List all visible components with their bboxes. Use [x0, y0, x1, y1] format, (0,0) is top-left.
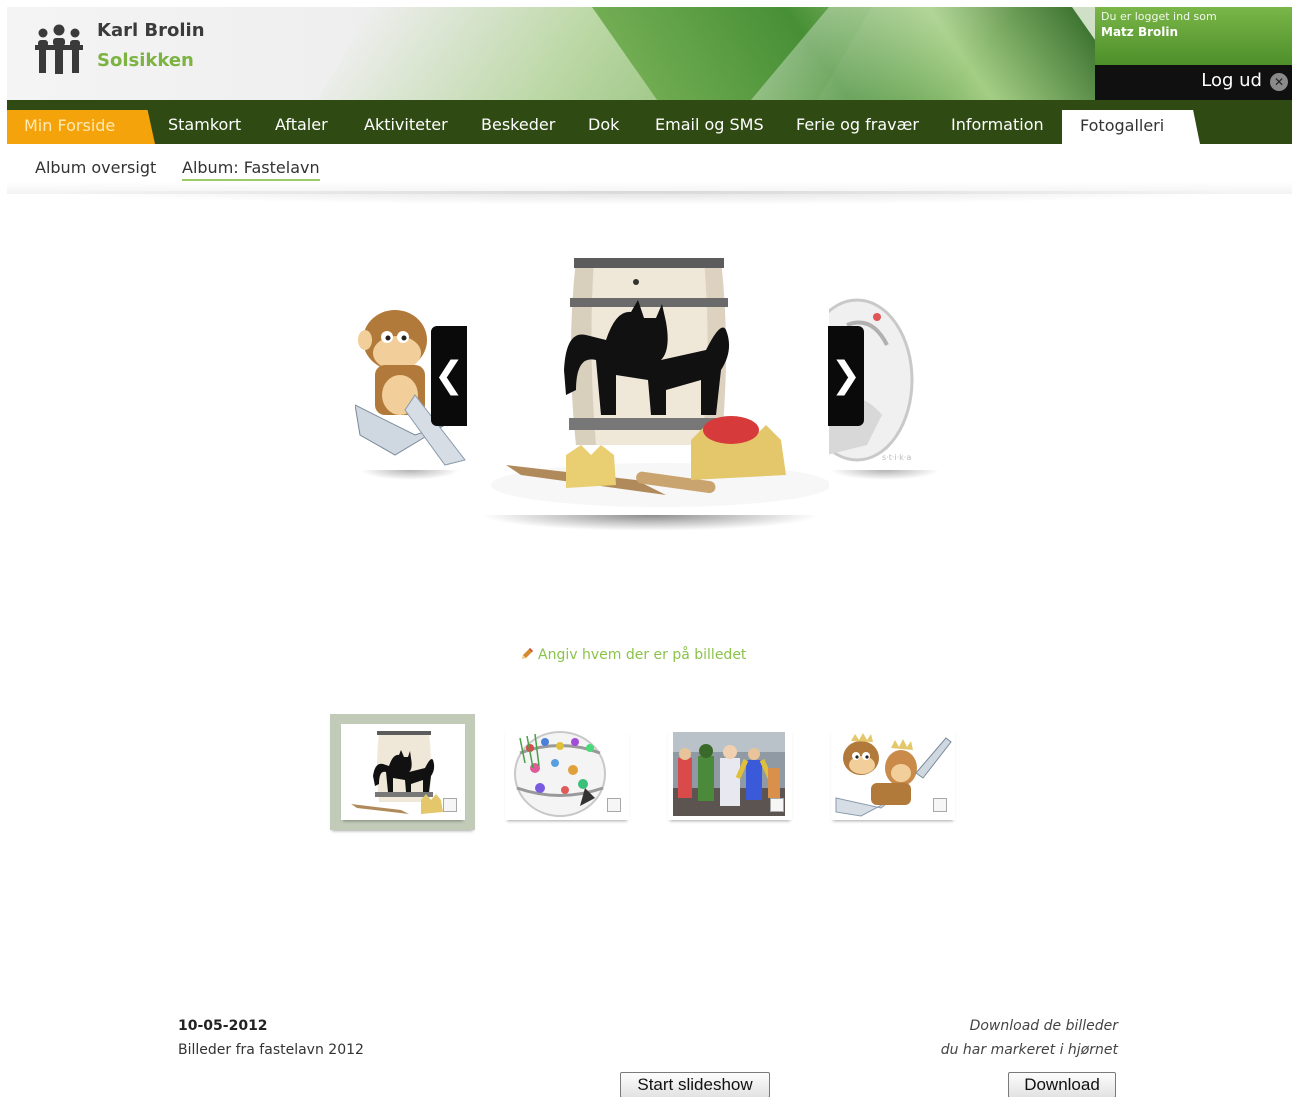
- nav-item-stamkort[interactable]: Stamkort: [168, 100, 241, 144]
- subnav-album-oversigt[interactable]: Album oversigt: [35, 158, 156, 177]
- select-checkbox[interactable]: [443, 798, 457, 812]
- main-nav: Min Forside Stamkort Aftaler Aktiviteter…: [7, 100, 1292, 144]
- album-description: Billeder fra fastelavn 2012: [178, 1042, 364, 1058]
- login-label: Du er logget ind som: [1101, 10, 1217, 23]
- carousel-next-button[interactable]: ❯: [828, 326, 864, 426]
- thumbnail-costumes[interactable]: [668, 728, 792, 820]
- nav-item-fotogalleri[interactable]: Fotogalleri: [1062, 110, 1200, 144]
- download-note-line2: du har markeret i hjørnet: [940, 1042, 1118, 1058]
- subnav-album-fastelavn[interactable]: Album: Fastelavn: [182, 158, 320, 181]
- close-icon[interactable]: ✕: [1270, 73, 1288, 91]
- logout-bar: Log ud ✕: [1095, 65, 1292, 100]
- nav-item-ferie-og-fravaer[interactable]: Ferie og fravær: [796, 100, 919, 144]
- nav-item-aktiviteter[interactable]: Aktiviteter: [364, 100, 448, 144]
- thumbnail-barrel[interactable]: [341, 724, 465, 820]
- family-logo-icon: [35, 24, 83, 74]
- nav-item-email-og-sms[interactable]: Email og SMS: [655, 100, 764, 144]
- sub-nav-shadow: [40, 191, 1250, 205]
- login-box: Du er logget ind som Matz Brolin Log ud …: [1095, 7, 1292, 100]
- download-note-line1: Download de billeder: [969, 1018, 1118, 1034]
- download-button[interactable]: Download: [1008, 1072, 1116, 1097]
- select-checkbox[interactable]: [933, 798, 947, 812]
- select-checkbox[interactable]: [770, 798, 784, 812]
- nav-item-min-forside[interactable]: Min Forside: [7, 110, 155, 144]
- carousel-prev-button[interactable]: ❮: [431, 326, 467, 426]
- album-date: 10-05-2012: [178, 1018, 268, 1034]
- select-checkbox[interactable]: [607, 798, 621, 812]
- login-username: Matz Brolin: [1101, 25, 1179, 39]
- nav-item-aftaler[interactable]: Aftaler: [275, 100, 328, 144]
- nav-item-information[interactable]: Information: [951, 100, 1044, 144]
- carousel-main-photo[interactable]: [466, 240, 831, 515]
- site-name: Karl Brolin: [97, 20, 205, 41]
- carousel-prev-shadow: [360, 470, 460, 480]
- logout-link[interactable]: Log ud: [1201, 70, 1262, 91]
- login-info: Du er logget ind som Matz Brolin: [1095, 7, 1292, 65]
- thumbnail-monkey[interactable]: [831, 728, 955, 820]
- site-subtitle: Solsikken: [97, 50, 194, 71]
- thumbnail-decorated-barrel[interactable]: [505, 728, 629, 820]
- tag-people-link[interactable]: Angiv hvem der er på billedet: [520, 647, 746, 663]
- svg-text:s·t·i·k·a: s·t·i·k·a: [882, 453, 911, 462]
- carousel-main-shadow: [480, 515, 820, 531]
- start-slideshow-button[interactable]: Start slideshow: [620, 1072, 770, 1097]
- nav-item-dok[interactable]: Dok: [588, 100, 619, 144]
- nav-item-beskeder[interactable]: Beskeder: [481, 100, 555, 144]
- tag-people-label[interactable]: Angiv hvem der er på billedet: [538, 647, 746, 663]
- pencil-icon: [522, 648, 533, 659]
- carousel-next-shadow: [830, 470, 940, 480]
